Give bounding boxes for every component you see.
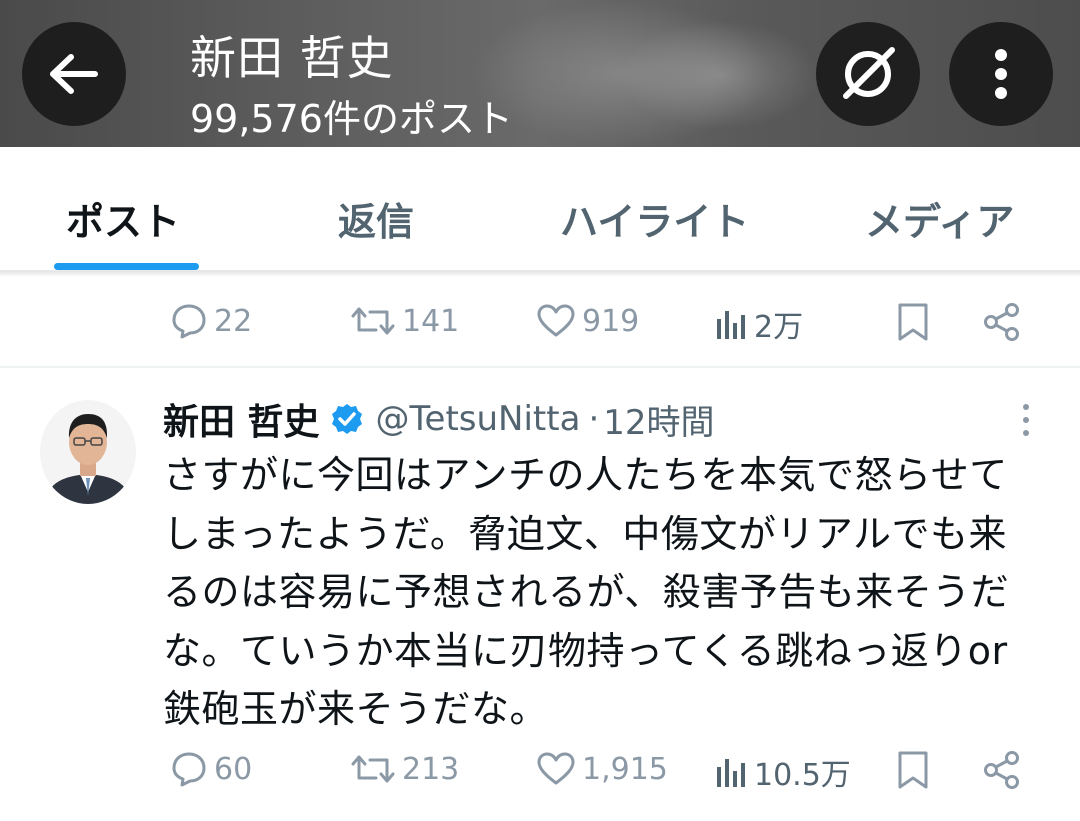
avatar-portrait-icon [40,400,136,504]
tweet-meta-separator: · [588,399,600,439]
repost-button[interactable]: 213 [350,750,459,788]
share-icon [984,303,1019,341]
more-dot-icon [1023,404,1029,410]
bookmark-icon [898,303,928,341]
repost-count: 141 [402,303,460,339]
tweet-timestamp[interactable]: 12時間 [603,395,714,444]
avatar[interactable] [40,400,136,504]
tweet-header: 新田 哲史 @TetsuNitta · 12時間 [163,393,715,445]
share-button[interactable] [982,302,1022,342]
tabs-shadow [0,271,1080,277]
tweet-author-handle[interactable]: @TetsuNitta [376,399,581,439]
active-tab-indicator [54,263,199,270]
views-chart-icon [717,759,745,787]
tab-posts[interactable]: ポスト [66,191,180,246]
heart-icon [537,304,575,337]
share-icon [984,751,1019,789]
repost-icon [351,755,395,783]
repost-count: 213 [402,751,460,787]
share-button[interactable] [982,750,1022,790]
grok-icon [843,47,895,99]
bookmark-icon [898,751,928,789]
reply-count: 22 [214,303,253,339]
tweet-more-button[interactable] [1018,404,1034,440]
header-post-count: 99,576件のポスト [190,97,513,141]
header-title: 新田 哲史 [190,31,394,85]
views-button[interactable]: 10.5万 [714,750,851,794]
profile-tabs: ポスト 返信 ハイライト メディア [0,147,1080,271]
bookmark-button[interactable] [895,302,931,342]
prev-tweet-action-bar: 22 141 919 2万 [0,292,1080,352]
views-button[interactable]: 2万 [714,302,803,346]
reply-button[interactable]: 22 [170,302,252,340]
tweet-text: さすがに今回はアンチの人たちを本気で怒らせて しまったようだ。脅迫文、中傷文がリ… [163,453,1010,731]
reply-icon [172,304,206,339]
tab-media[interactable]: メディア [865,191,1014,246]
reply-icon [172,752,206,787]
like-count: 1,915 [582,751,668,787]
more-dot-icon [1023,430,1029,436]
more-vertical-icon [995,49,1007,99]
like-button[interactable]: 1,915 [536,750,668,788]
verified-badge-icon [331,404,362,434]
more-dot-icon [1023,417,1029,423]
back-button[interactable] [22,22,126,126]
heart-icon [537,752,575,785]
tab-replies[interactable]: 返信 [338,191,414,246]
like-count: 919 [582,303,640,339]
repost-button[interactable]: 141 [350,302,459,340]
bookmark-button[interactable] [895,750,931,790]
more-options-button[interactable] [949,22,1053,126]
tweet-action-bar: 60 213 1,915 10.5万 [0,740,1080,800]
tab-highlights[interactable]: ハイライト [560,191,749,246]
profile-header-banner: 新田 哲史 99,576件のポスト [0,0,1080,147]
like-button[interactable]: 919 [536,302,639,340]
repost-icon [351,307,395,335]
tweet-divider [0,366,1080,368]
reply-button[interactable]: 60 [170,750,252,788]
views-chart-icon [717,311,745,339]
grok-button[interactable] [816,22,920,126]
back-arrow-icon [50,54,98,94]
views-count: 2万 [754,310,804,345]
views-count: 10.5万 [754,758,851,793]
reply-count: 60 [214,751,253,787]
tweet-author-name[interactable]: 新田 哲史 [163,393,320,445]
